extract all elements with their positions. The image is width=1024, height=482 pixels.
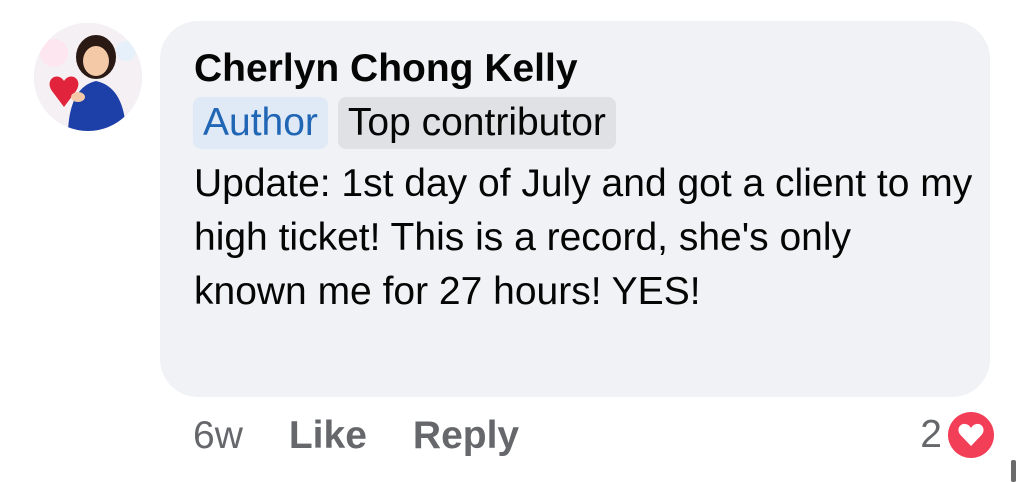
author-badge: Author [193,97,328,149]
top-contributor-badge[interactable]: Top contributor [337,97,616,149]
reactions-summary[interactable]: 2 [920,412,994,458]
reply-button[interactable]: Reply [413,414,519,458]
scrollbar[interactable] [1011,460,1016,482]
heart-icon [948,412,994,458]
comment-container: Cherlyn Chong Kelly Author Top contribut… [0,0,1024,482]
reaction-count: 2 [920,413,942,456]
badge-row: Author Top contributor [193,97,616,149]
comment-actions: 6w Like Reply [193,414,519,458]
author-name[interactable]: Cherlyn Chong Kelly [194,47,578,91]
avatar[interactable] [34,23,142,131]
like-button[interactable]: Like [289,414,367,458]
comment-bubble: Cherlyn Chong Kelly Author Top contribut… [160,21,990,397]
avatar-image [34,23,142,131]
comment-text: Update: 1st day of July and got a client… [194,162,973,313]
timestamp[interactable]: 6w [193,414,243,458]
